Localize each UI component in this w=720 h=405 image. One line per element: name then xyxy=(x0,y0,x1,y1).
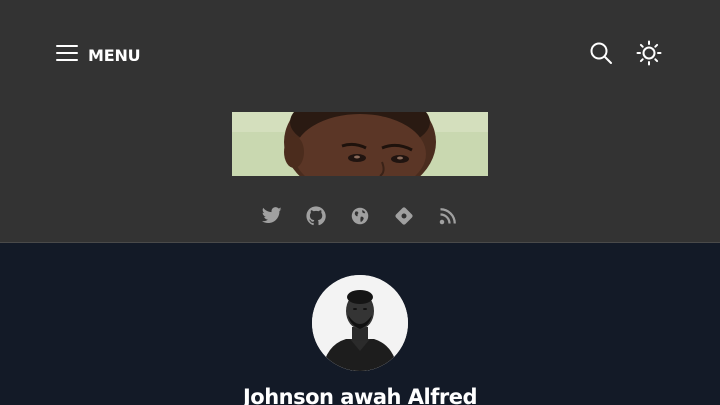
diamond-link[interactable] xyxy=(394,206,414,231)
banner-image xyxy=(232,112,488,176)
rss-icon xyxy=(439,207,457,230)
profile-name: Johnson awah Alfred xyxy=(242,385,478,405)
globe-icon xyxy=(351,207,369,230)
twitter-icon xyxy=(261,207,282,229)
search-icon xyxy=(589,41,613,70)
diamond-icon xyxy=(394,206,414,231)
search-button[interactable] xyxy=(588,42,614,68)
twitter-link[interactable] xyxy=(261,207,282,229)
avatar xyxy=(312,275,408,371)
menu-button[interactable]: MENU xyxy=(56,44,141,67)
sun-icon xyxy=(636,40,662,71)
menu-label: MENU xyxy=(88,46,141,65)
hamburger-icon xyxy=(56,44,78,67)
social-links xyxy=(0,205,720,231)
rss-link[interactable] xyxy=(438,207,458,230)
github-icon xyxy=(306,205,326,231)
theme-toggle-button[interactable] xyxy=(636,40,662,71)
site-header: MENU xyxy=(0,0,720,243)
header-actions xyxy=(588,40,662,71)
github-link[interactable] xyxy=(306,205,326,231)
website-link[interactable] xyxy=(350,207,370,230)
profile-section: Johnson awah Alfred xyxy=(0,243,720,405)
